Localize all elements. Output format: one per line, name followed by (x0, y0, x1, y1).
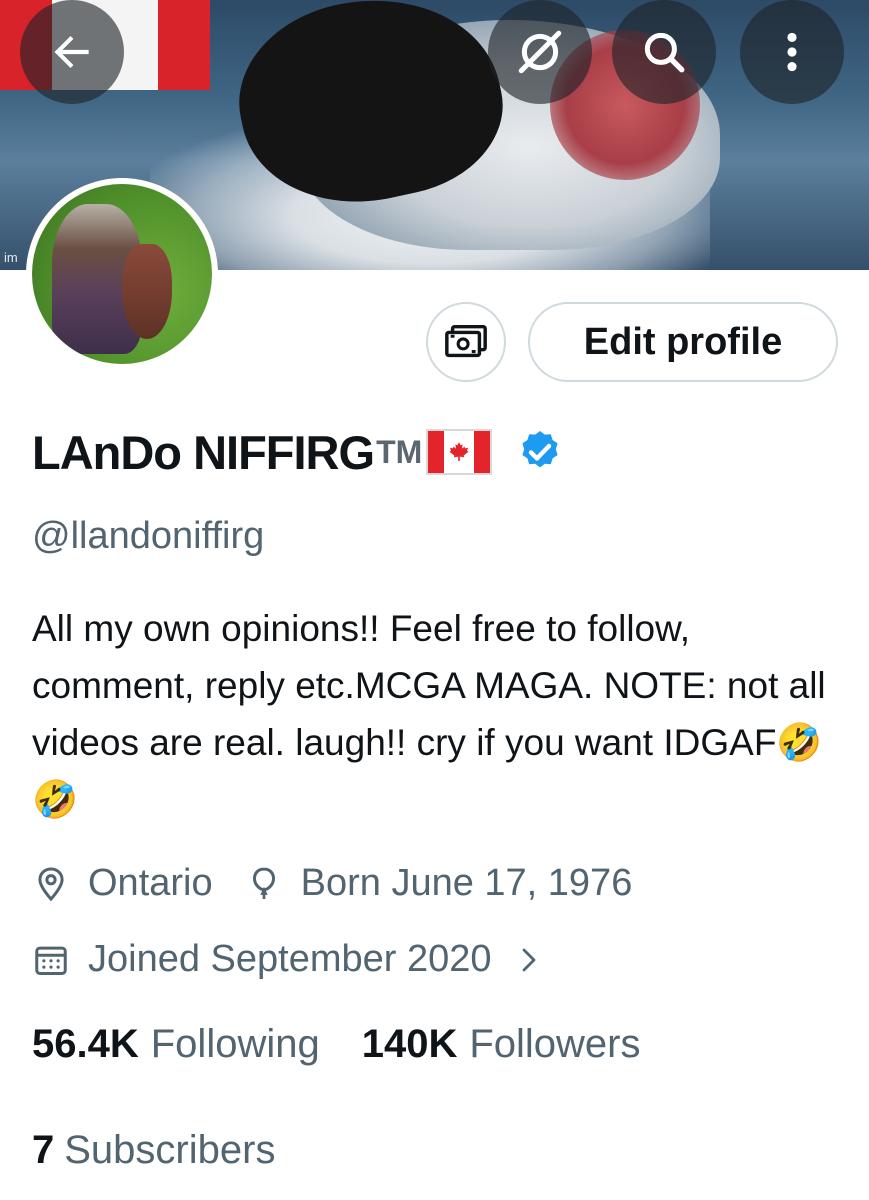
profile-bio: All my own opinions!! Feel free to follo… (32, 608, 826, 820)
back-button[interactable] (20, 0, 124, 104)
birthday-item: Born June 17, 1976 (245, 862, 633, 905)
money-icon (445, 324, 487, 358)
subscribers-link[interactable]: 7 Subscribers (32, 1128, 275, 1173)
back-arrow-icon (54, 35, 89, 69)
profile-avatar[interactable] (26, 178, 218, 370)
profile-meta-row-2[interactable]: Joined September 2020 (32, 938, 544, 981)
birthday-text: Born June 17, 1976 (300, 862, 633, 904)
avatar-image (32, 184, 212, 364)
profile-handle: @llandoniffirg (32, 515, 265, 557)
search-button[interactable] (612, 0, 716, 104)
grok-icon (518, 30, 562, 74)
edit-profile-button[interactable]: Edit profile (528, 302, 838, 382)
name-suffix: TM (376, 433, 423, 470)
following-count: 56.4K (32, 1022, 139, 1066)
calendar-icon (35, 946, 67, 975)
subscribers-label: Subscribers (64, 1128, 276, 1172)
chevron-right-icon (522, 948, 535, 971)
profile-meta-row-1: Ontario Born June 17, 1976 (32, 862, 632, 905)
location-text: Ontario (88, 862, 213, 904)
banner-watermark: im (4, 250, 18, 265)
more-icon (787, 32, 797, 72)
verified-badge-icon[interactable] (516, 428, 564, 476)
grok-button[interactable] (488, 0, 592, 104)
following-link[interactable]: 56.4K Following (32, 1022, 320, 1067)
followers-label: Followers (469, 1022, 641, 1066)
tip-button[interactable] (426, 302, 506, 382)
canada-flag-icon (426, 429, 493, 475)
search-icon (644, 32, 685, 73)
display-name: LAnDo NIFFIRG (32, 425, 375, 479)
balloon-icon (252, 866, 275, 899)
location-pin-icon (38, 866, 64, 901)
joined-item[interactable]: Joined September 2020 (32, 938, 544, 981)
more-options-button[interactable] (740, 0, 844, 104)
joined-text: Joined September 2020 (88, 938, 492, 980)
subscribers-count: 7 (32, 1128, 55, 1172)
profile-name-row: LAnDo NIFFIRG TM (32, 420, 564, 484)
followers-count: 140K (361, 1022, 458, 1066)
followers-link[interactable]: 140K Followers (362, 1022, 641, 1067)
location-item: Ontario (32, 862, 213, 905)
follow-stats: 56.4K Following 140K Followers (32, 1022, 641, 1067)
following-label: Following (150, 1022, 320, 1066)
